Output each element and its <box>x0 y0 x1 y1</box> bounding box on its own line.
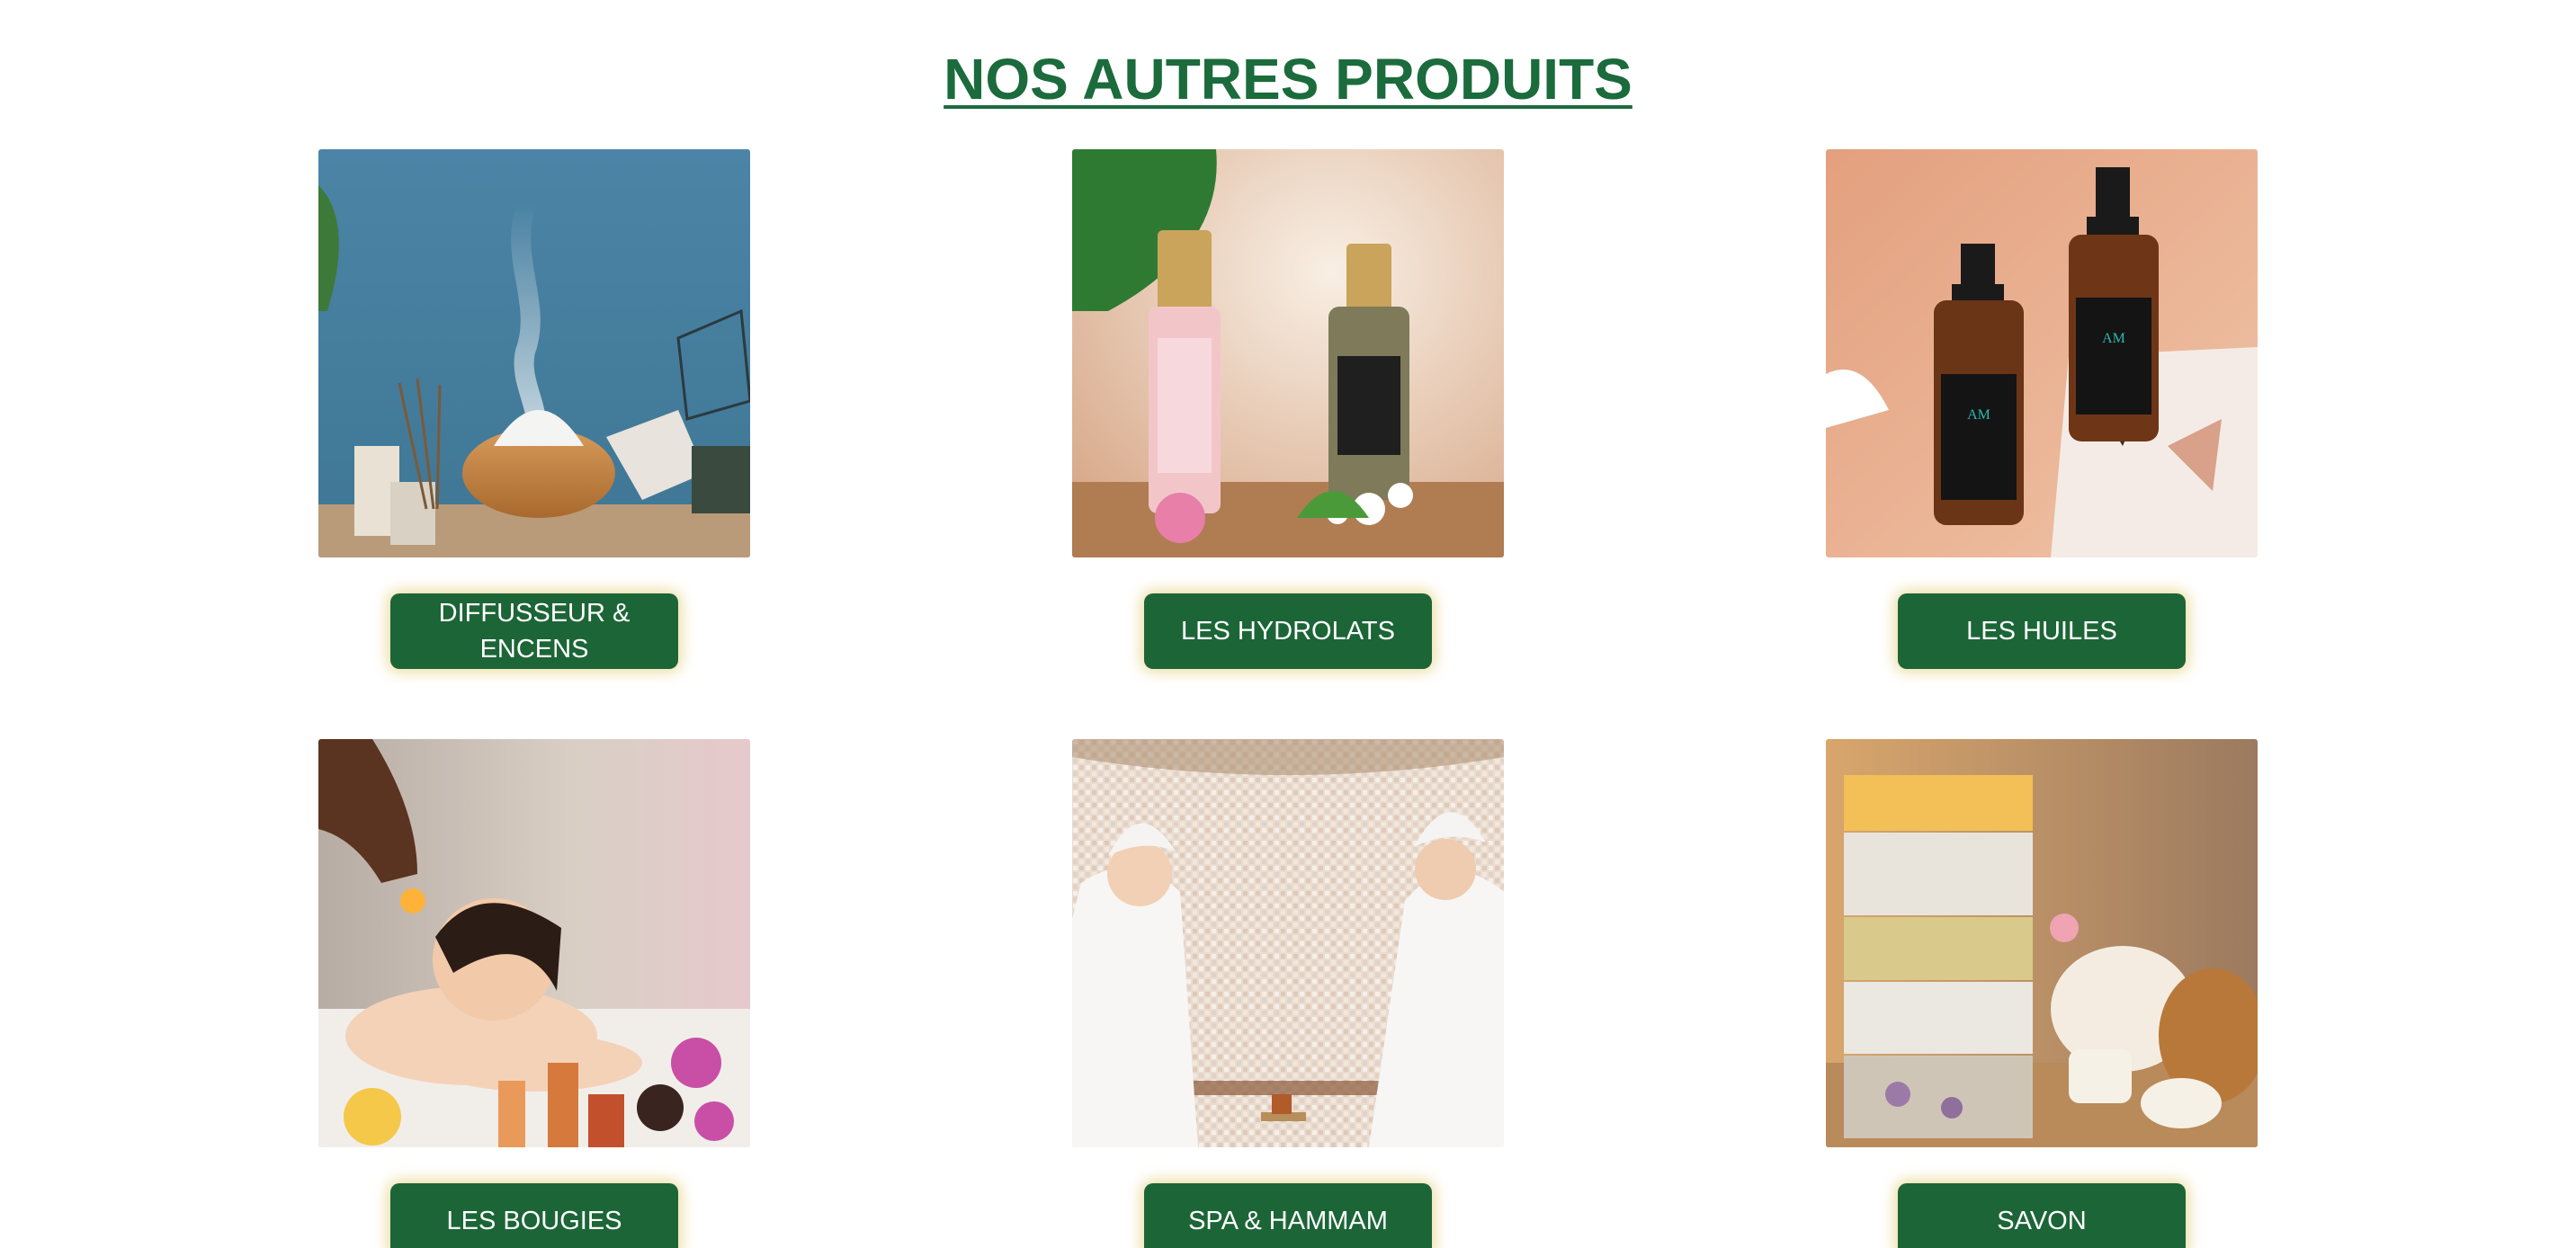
oils-photo[interactable]: AM AM <box>1826 149 2258 557</box>
spa-hammam-button[interactable]: SPA & HAMMAM <box>1144 1183 1432 1248</box>
svg-text:AM: AM <box>2102 331 2125 346</box>
savon-button[interactable]: SAVON <box>1898 1183 2186 1248</box>
hydrolats-button[interactable]: LES HYDROLATS <box>1144 593 1432 669</box>
section-title: NOS AUTRES PRODUITS <box>944 47 1632 111</box>
hydrolats-photo[interactable] <box>1072 149 1504 557</box>
huiles-button[interactable]: LES HUILES <box>1898 593 2186 669</box>
product-card-bougies: LES BOUGIES <box>318 739 750 1248</box>
candles-photo[interactable] <box>318 739 750 1147</box>
product-card-huiles: AM AM LES HUILES <box>1826 149 2258 669</box>
product-card-diffuseur: DIFFUSSEUR & ENCENS <box>318 149 750 669</box>
products-section: NOS AUTRES PRODUITS DIFFUSSEUR & ENCENS … <box>0 0 2576 1248</box>
diffuser-photo[interactable] <box>318 149 750 557</box>
product-card-hydrolats: LES HYDROLATS <box>1072 149 1504 669</box>
soap-photo[interactable] <box>1826 739 2258 1147</box>
spa-hammam-photo[interactable] <box>1072 739 1504 1147</box>
diffuseur-button[interactable]: DIFFUSSEUR & ENCENS <box>390 593 678 669</box>
product-card-savon: SAVON <box>1826 739 2258 1248</box>
bougies-button[interactable]: LES BOUGIES <box>390 1183 678 1248</box>
product-card-spa-hammam: SPA & HAMMAM <box>1072 739 1504 1248</box>
svg-text:AM: AM <box>1967 407 1990 423</box>
